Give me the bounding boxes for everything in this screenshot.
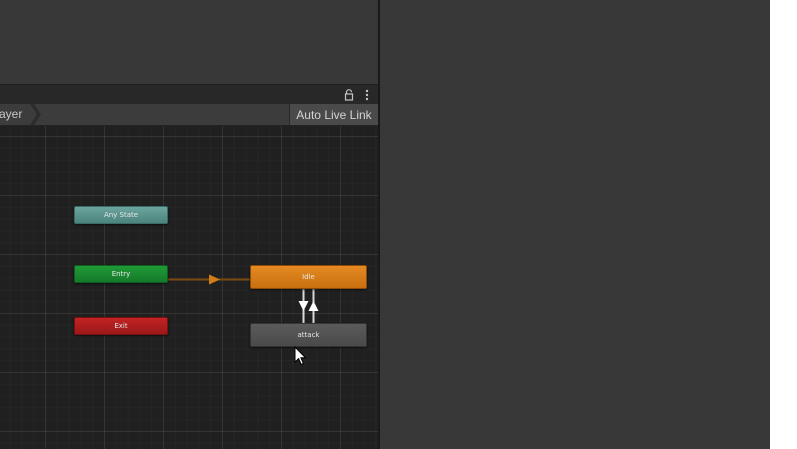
inspector-top-panel (0, 0, 379, 84)
transition-attack-to-idle[interactable] (308, 289, 319, 323)
transition-entry-to-idle[interactable] (168, 274, 250, 285)
state-node-attack[interactable]: attack (250, 323, 367, 347)
mouse-cursor-icon (294, 346, 306, 366)
transition-idle-to-attack[interactable] (298, 289, 309, 323)
animator-toolbar: ayer Auto Live Link (0, 104, 378, 126)
panel-divider[interactable] (378, 0, 380, 449)
state-node-exit[interactable]: Exit (74, 317, 168, 335)
right-panel (380, 0, 770, 449)
lock-icon[interactable] (342, 88, 356, 102)
more-vertical-icon[interactable] (362, 88, 372, 102)
state-machine-graph[interactable]: Any State Entry Exit Idle attack (0, 126, 378, 449)
state-node-idle[interactable]: Idle (250, 265, 367, 289)
auto-live-link-button[interactable]: Auto Live Link (289, 104, 378, 125)
state-node-any-state[interactable]: Any State (74, 206, 168, 224)
breadcrumb-layer[interactable]: ayer (0, 104, 42, 125)
breadcrumb-arrow-icon (30, 104, 41, 125)
breadcrumb-label: ayer (0, 107, 23, 121)
animator-tab-bar (0, 84, 378, 104)
window-edge (770, 0, 797, 449)
state-node-entry[interactable]: Entry (74, 265, 168, 283)
